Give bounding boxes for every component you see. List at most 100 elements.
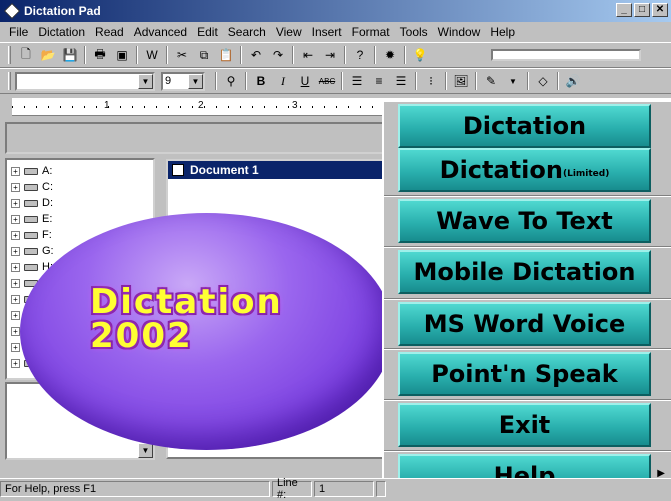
settings-icon[interactable]: ✹ — [379, 44, 401, 66]
chevron-down-icon[interactable]: ▼ — [188, 73, 203, 89]
cut-icon[interactable]: ✂ — [171, 44, 193, 66]
document-title-bar[interactable]: Document 1 — [168, 161, 384, 179]
tree-item[interactable]: + D: — [7, 195, 153, 211]
progress-bar — [491, 49, 641, 61]
maximize-button[interactable]: □ — [634, 3, 650, 17]
redo-icon[interactable]: ↷ — [267, 44, 289, 66]
bullets-icon[interactable]: ⁝ — [420, 70, 442, 92]
splash-logo: Dictation 2002 — [90, 285, 283, 353]
underline-icon[interactable]: U — [294, 70, 316, 92]
panel-header — [5, 122, 395, 154]
expand-icon[interactable]: + — [11, 166, 20, 176]
chevron-down-icon[interactable]: ▼ — [502, 70, 524, 92]
point-n-speak-button[interactable]: Point'n Speak — [398, 352, 651, 396]
menu-insert[interactable]: Insert — [307, 25, 347, 39]
italic-icon[interactable]: I — [272, 70, 294, 92]
minimize-button[interactable]: _ — [616, 3, 632, 17]
new-file-icon[interactable]: 🗋 — [15, 44, 37, 66]
expand-icon[interactable]: + — [11, 182, 20, 192]
logo-line1: Dictation — [90, 282, 283, 322]
exit-button[interactable]: Exit — [398, 403, 651, 447]
print-preview-icon[interactable]: ▣ — [111, 44, 133, 66]
size-combo[interactable]: 9 ▼ — [161, 71, 205, 91]
menu-help[interactable]: Help — [485, 25, 520, 39]
scroll-down-icon[interactable]: ▼ — [138, 443, 153, 458]
expand-icon[interactable]: + — [11, 230, 20, 240]
floppy-drive-icon — [24, 167, 38, 175]
expand-icon[interactable]: + — [11, 246, 20, 256]
copy-icon[interactable]: ⧉ — [193, 44, 215, 66]
expand-icon[interactable]: + — [11, 278, 20, 288]
align-left-icon[interactable]: ☰ — [346, 70, 368, 92]
menu-dictation[interactable]: Dictation — [33, 25, 90, 39]
tip-lightbulb-icon[interactable]: 💡 — [409, 44, 431, 66]
menu-window[interactable]: Window — [433, 25, 486, 39]
menu-format[interactable]: Format — [347, 25, 395, 39]
window-title: Dictation Pad — [24, 4, 101, 18]
dictation-limited-button[interactable]: Dictation (Limited) — [398, 148, 651, 192]
wave-to-text-button[interactable]: Wave To Text — [398, 199, 651, 243]
outdent-icon[interactable]: ⇤ — [297, 44, 319, 66]
hard-drive-icon — [24, 199, 38, 207]
menu-edit[interactable]: Edit — [192, 25, 223, 39]
expand-icon[interactable]: + — [11, 342, 20, 352]
chevron-down-icon[interactable]: ▼ — [138, 73, 153, 89]
menu-bar: File Dictation Read Advanced Edit Search… — [0, 22, 671, 42]
line-value: 1 — [314, 481, 374, 497]
bold-icon[interactable]: B — [250, 70, 272, 92]
font-combo[interactable]: ▼ — [15, 71, 155, 91]
document-icon — [172, 164, 184, 176]
expand-icon[interactable]: + — [11, 198, 20, 208]
close-button[interactable]: ✕ — [652, 3, 668, 17]
logo-line2: 2002 — [90, 316, 193, 356]
standard-toolbar: 🗋 📂 💾 🖶 ▣ W ✂ ⧉ 📋 ↶ ↷ ⇤ ⇥ ? ✹ 💡 — [0, 42, 671, 68]
menu-advanced[interactable]: Advanced — [129, 25, 192, 39]
launcher-panel: Dictation Dictation (Limited) Wave To Te… — [382, 102, 671, 499]
menu-tools[interactable]: Tools — [395, 25, 433, 39]
save-icon[interactable]: 💾 — [59, 44, 81, 66]
toolbar-grip[interactable] — [8, 72, 11, 90]
speak-icon[interactable]: 🔊 — [562, 70, 584, 92]
hard-drive-icon — [24, 247, 38, 255]
strikethrough-icon[interactable]: ABC — [316, 70, 338, 92]
word-icon[interactable]: W — [141, 44, 163, 66]
menu-view[interactable]: View — [271, 25, 307, 39]
indent-icon[interactable]: ⇥ — [319, 44, 341, 66]
expand-icon[interactable]: + — [11, 310, 20, 320]
expand-icon[interactable]: + — [11, 214, 20, 224]
find-binoculars-icon[interactable]: ⚲ — [220, 70, 242, 92]
expand-icon[interactable]: + — [11, 358, 20, 368]
menu-file[interactable]: File — [4, 25, 33, 39]
undo-icon[interactable]: ↶ — [245, 44, 267, 66]
line-label: Line #: — [272, 477, 312, 501]
toolbar-grip[interactable] — [8, 46, 11, 64]
align-right-icon[interactable]: ☰ — [390, 70, 412, 92]
expand-icon[interactable]: + — [11, 294, 20, 304]
tree-item[interactable]: + C: — [7, 179, 153, 195]
help-icon[interactable]: ? — [349, 44, 371, 66]
insert-picture-icon[interactable]: 🖼 — [450, 70, 472, 92]
hard-drive-icon — [24, 215, 38, 223]
open-folder-icon[interactable]: 📂 — [37, 44, 59, 66]
ms-word-voice-button[interactable]: MS Word Voice — [398, 302, 651, 346]
dictation-button[interactable]: Dictation — [398, 104, 651, 148]
hard-drive-icon — [24, 183, 38, 191]
ruler-mark: 2 — [198, 100, 204, 111]
ruler-mark: 3 — [292, 100, 298, 111]
expand-icon[interactable]: + — [11, 262, 20, 272]
expand-icon[interactable]: + — [11, 326, 20, 336]
status-bar: For Help, press F1 Line #: 1 — [0, 477, 671, 501]
size-value: 9 — [165, 75, 172, 87]
print-icon[interactable]: 🖶 — [89, 44, 111, 66]
align-center-icon[interactable]: ≡ — [368, 70, 390, 92]
app-icon — [4, 3, 20, 19]
menu-search[interactable]: Search — [223, 25, 271, 39]
menu-read[interactable]: Read — [90, 25, 129, 39]
mobile-dictation-button[interactable]: Mobile Dictation — [398, 250, 651, 294]
highlight-icon[interactable]: ✎ — [480, 70, 502, 92]
eraser-icon[interactable]: ◇ — [532, 70, 554, 92]
document-title: Document 1 — [190, 163, 259, 177]
tree-item[interactable]: + A: — [7, 163, 153, 179]
paste-icon[interactable]: 📋 — [215, 44, 237, 66]
format-toolbar: ▼ 9 ▼ ⚲ B I U ABC ☰ ≡ ☰ ⁝ 🖼 ✎ ▼ ◇ 🔊 — [0, 68, 671, 94]
